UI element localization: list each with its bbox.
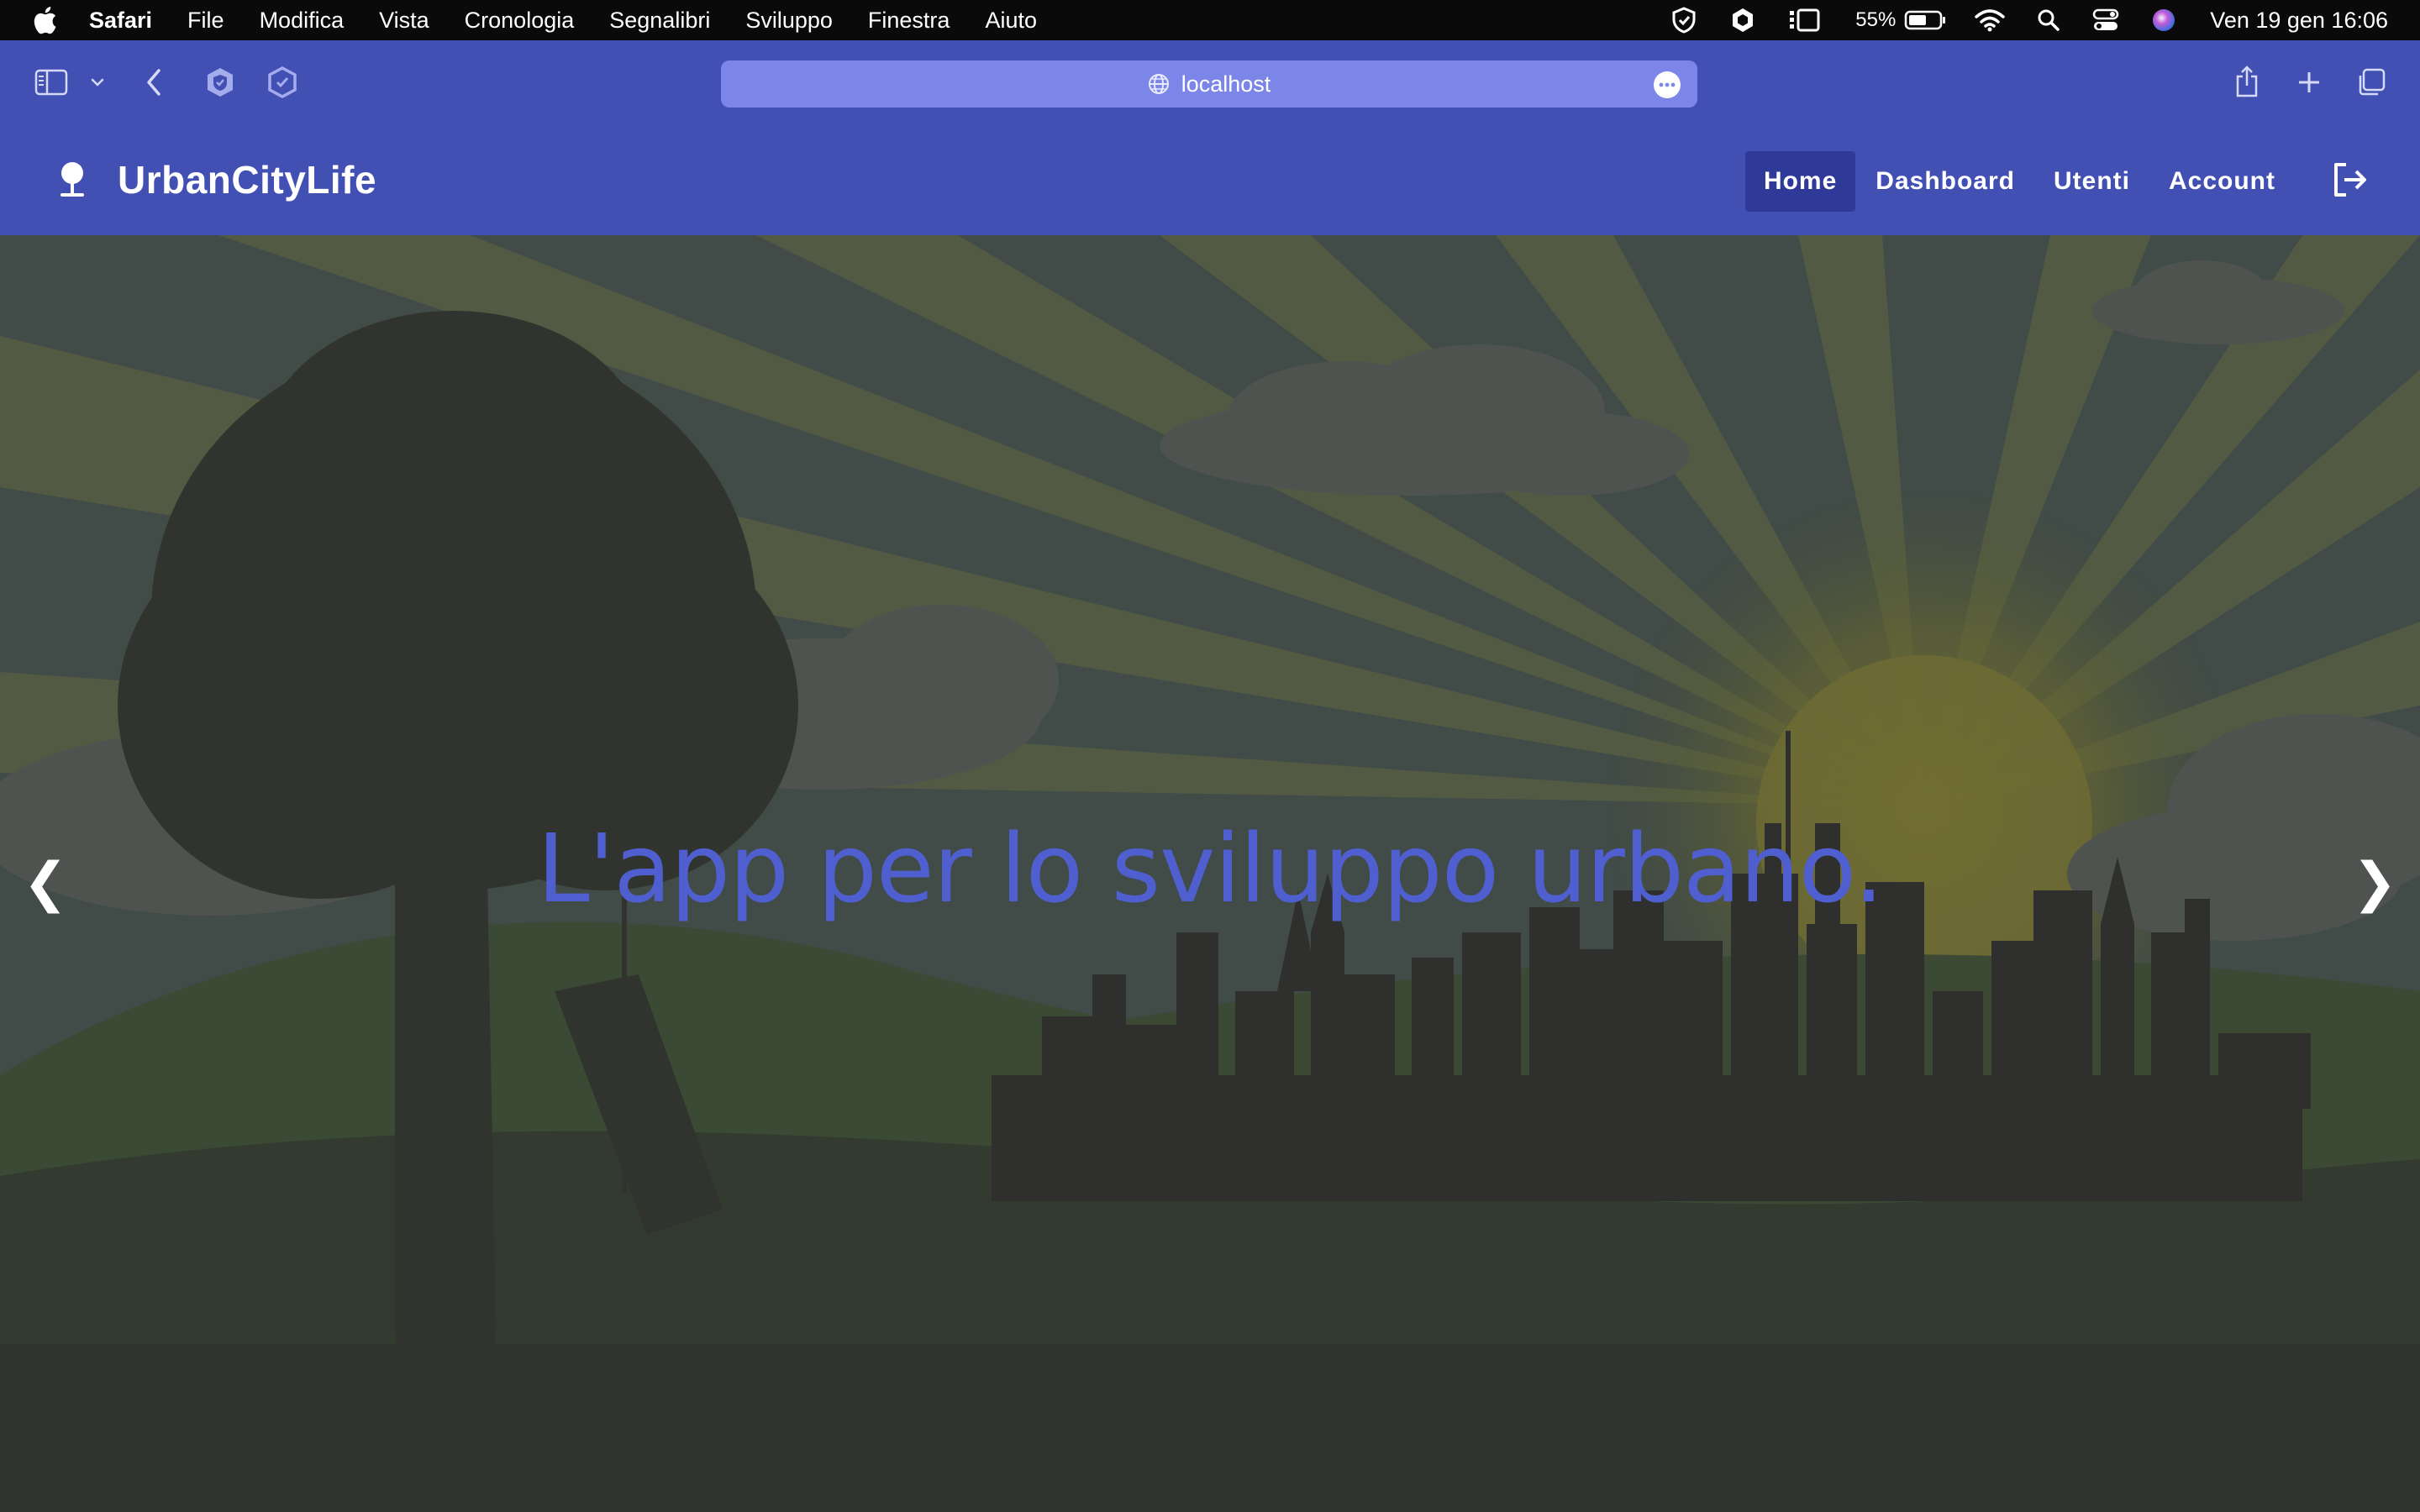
carousel-prev-button[interactable]: ❮ bbox=[20, 848, 71, 916]
menu-file[interactable]: File bbox=[187, 8, 224, 34]
share-icon[interactable] bbox=[2230, 62, 2264, 101]
carousel-next-button[interactable]: ❯ bbox=[2349, 848, 2400, 916]
page-menu-icon[interactable] bbox=[1654, 71, 1681, 98]
nav-links: Home Dashboard Utenti Account bbox=[1744, 151, 2294, 212]
globe-icon bbox=[1148, 73, 1170, 95]
tree-logo-icon bbox=[60, 162, 84, 197]
nav-link-dashboard[interactable]: Dashboard bbox=[1857, 151, 2033, 212]
macos-menu-bar: Safari File Modifica Vista Cronologia Se… bbox=[0, 0, 2420, 40]
nav-link-home[interactable]: Home bbox=[1744, 151, 1856, 212]
menu-cronologia[interactable]: Cronologia bbox=[465, 8, 575, 34]
menu-vista[interactable]: Vista bbox=[379, 8, 429, 34]
vpn-shield-icon[interactable] bbox=[1670, 7, 1697, 34]
privacy-shield-icon[interactable] bbox=[203, 66, 237, 99]
hero-carousel: L'app per lo sviluppo urbano. ❮ ❯ bbox=[0, 235, 2420, 1512]
new-tab-plus-icon[interactable] bbox=[2292, 66, 2326, 99]
menu-bar-clock[interactable]: Ven 19 gen 16:06 bbox=[2210, 8, 2388, 34]
control-center-icon[interactable] bbox=[2092, 8, 2119, 33]
menu-modifica[interactable]: Modifica bbox=[260, 8, 345, 34]
logout-icon[interactable] bbox=[2329, 160, 2370, 200]
chevron-down-icon[interactable] bbox=[87, 72, 108, 92]
battery-icon[interactable] bbox=[1904, 9, 1948, 31]
battery-percent: 55% bbox=[1855, 8, 1897, 31]
address-bar-url: localhost bbox=[1181, 71, 1271, 97]
address-bar[interactable]: localhost bbox=[721, 60, 1697, 108]
brand-name: UrbanCityLife bbox=[118, 158, 377, 202]
nav-link-utenti[interactable]: Utenti bbox=[2035, 151, 2149, 212]
apple-icon[interactable] bbox=[32, 6, 57, 34]
siri-icon[interactable] bbox=[2151, 8, 2176, 33]
hero-title: L'app per lo sviluppo urbano. bbox=[537, 815, 1884, 924]
sidebar-icon[interactable] bbox=[34, 67, 69, 97]
menu-app-name[interactable]: Safari bbox=[89, 8, 152, 34]
stage-manager-icon[interactable] bbox=[1788, 8, 1820, 33]
menu-aiuto[interactable]: Aiuto bbox=[985, 8, 1037, 34]
menu-finestra[interactable]: Finestra bbox=[868, 8, 950, 34]
tab-overview-icon[interactable] bbox=[2354, 66, 2388, 99]
menu-bar-status-area: 55% Ven 19 gen 16:06 bbox=[1639, 0, 2388, 40]
spotlight-search-icon[interactable] bbox=[2037, 8, 2060, 32]
nav-link-account[interactable]: Account bbox=[2150, 151, 2294, 212]
browser-toolbar: localhost bbox=[0, 40, 2420, 124]
menu-bar-left: Safari File Modifica Vista Cronologia Se… bbox=[0, 0, 1072, 40]
menu-sviluppo[interactable]: Sviluppo bbox=[745, 8, 833, 34]
shield-check-icon[interactable] bbox=[266, 66, 299, 99]
menu-segnalibri[interactable]: Segnalibri bbox=[609, 8, 710, 34]
brand[interactable]: UrbanCityLife bbox=[55, 155, 376, 205]
back-arrow-icon[interactable] bbox=[141, 66, 166, 99]
wifi-icon[interactable] bbox=[1975, 8, 2006, 32]
app-navbar: UrbanCityLife Home Dashboard Utenti Acco… bbox=[0, 124, 2420, 235]
chatgpt-icon[interactable] bbox=[1729, 7, 1756, 34]
